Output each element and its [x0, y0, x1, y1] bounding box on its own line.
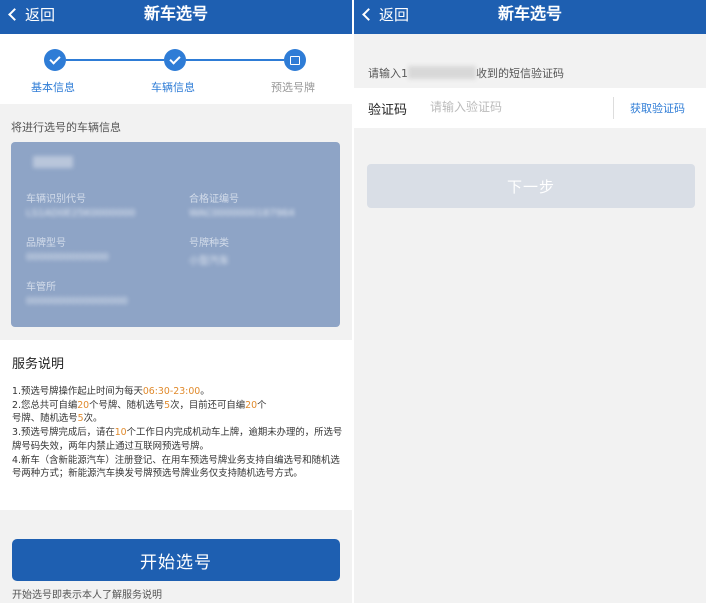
step-label-vehicle-info: 车辆信息 [151, 81, 195, 94]
sms-hint: 请输入1 收到的短信验证码 [368, 66, 564, 80]
step-current-document-icon [284, 49, 306, 71]
screen: 返回 新车选号 基本信息 车辆信息 预选号牌 将进行选号的车辆信息 车辆识别代号… [0, 0, 706, 603]
step-done-check-icon [164, 49, 186, 71]
verification-code-row: 验证码 获取验证码 [354, 88, 706, 128]
model-label: 品牌型号 [26, 238, 66, 249]
next-step-button[interactable]: 下一步 [367, 164, 695, 208]
cert-label: 合格证编号 [189, 194, 239, 205]
vehicle-info-card: 车辆识别代号 LS1AD0E25K0000000 合格证编号 WAC000000… [11, 142, 340, 327]
service-title: 服务说明 [12, 357, 65, 372]
service-description: 服务说明 1.预选号牌操作起止时间为每天06:30-23:00。 2.您总共可自… [0, 340, 352, 510]
page-title: 新车选号 [497, 4, 562, 23]
start-selection-button[interactable]: 开始选号 [12, 539, 340, 581]
get-code-button[interactable]: 获取验证码 [630, 100, 685, 116]
redacted-phone [408, 66, 476, 79]
nav-bar: 返回 新车选号 [0, 0, 352, 34]
office-value: 0000000000000000 [26, 296, 128, 307]
service-item-2: 2.您总共可自编20个号牌、随机选号5次，目前还可自编20个 号牌、随机选号5次。 [12, 399, 267, 425]
page-title: 新车选号 [143, 4, 208, 23]
service-item-3: 3.预选号牌完成后，请在10个工作日内完成机动车上牌，逾期未办理的，所选号牌号码… [12, 427, 343, 452]
plate-type-value: 小型汽车 [189, 256, 229, 267]
nav-bar: 返回 新车选号 [354, 0, 706, 34]
step-connector [66, 59, 164, 61]
service-text: 1.预选号牌操作起止时间为每天06:30-23:00。 2.您总共可自编20个号… [12, 385, 344, 481]
vin-value: LS1AD0E25K0000000 [26, 208, 136, 219]
vin-label: 车辆识别代号 [26, 194, 86, 205]
plate-type-label: 号牌种类 [189, 238, 229, 249]
service-item-4: 4.新车（含新能源汽车）注册登记、在用车预选号牌业务支持自编选号和随机选号两种方… [12, 454, 340, 480]
section-label: 将进行选号的车辆信息 [11, 121, 121, 134]
verification-code-input[interactable] [430, 96, 610, 118]
step-label-plate-preselect: 预选号牌 [271, 81, 315, 94]
step-done-check-icon [44, 49, 66, 71]
time-window: 06:30-23:00 [142, 386, 201, 397]
sms-verification-panel: 返回 新车选号 请输入1收到的短信验证码 验证码 获取验证码 下一步 [354, 0, 706, 603]
step-label-basic-info: 基本信息 [31, 81, 75, 94]
office-label: 车管所 [26, 282, 56, 293]
redacted-field [33, 156, 73, 168]
vehicle-info-panel: 返回 新车选号 基本信息 车辆信息 预选号牌 将进行选号的车辆信息 车辆识别代号… [0, 0, 352, 603]
model-value: 0000000000000 [26, 252, 109, 263]
service-item-1: 1.预选号牌操作起止时间为每天06:30-23:00。 [12, 386, 210, 397]
progress-stepper: 基本信息 车辆信息 预选号牌 [0, 34, 352, 104]
step-connector [186, 59, 284, 61]
terms-note: 开始选号即表示本人了解服务说明 [12, 590, 162, 601]
cert-value: WAC0000000187964 [189, 208, 295, 219]
field-separator [613, 97, 614, 119]
code-label: 验证码 [368, 103, 408, 118]
